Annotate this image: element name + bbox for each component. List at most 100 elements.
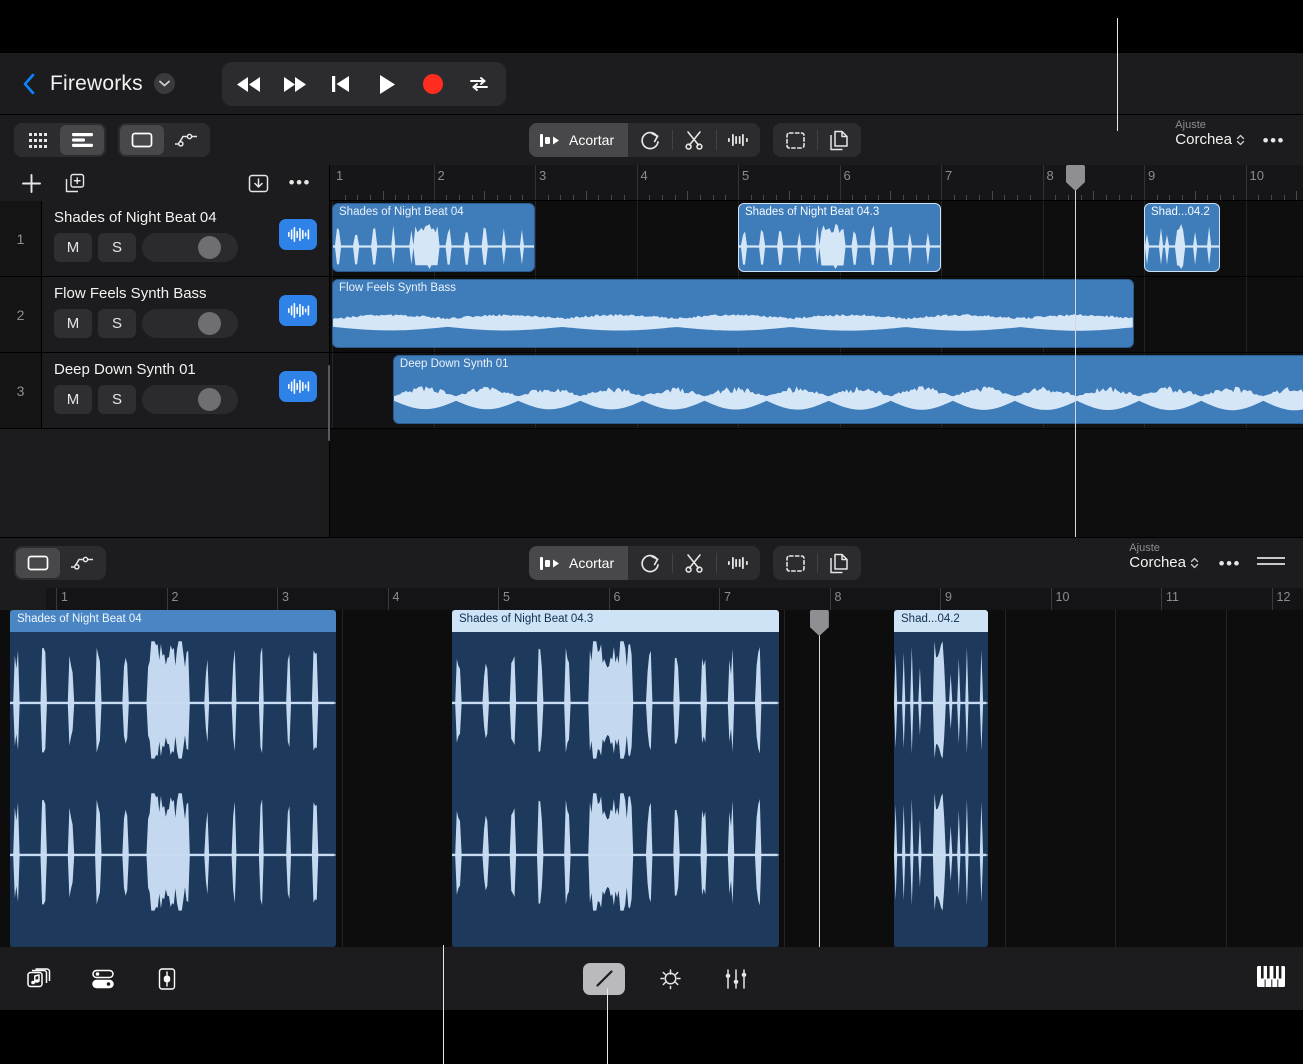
keyboard-button[interactable] [1257, 965, 1285, 992]
browser-view-button[interactable] [16, 125, 60, 155]
editor-region-title: Shades of Night Beat 04 [10, 610, 336, 632]
volume-slider[interactable] [142, 385, 238, 414]
controls-button[interactable] [82, 963, 124, 995]
scissors-tool-button[interactable] [672, 123, 716, 157]
toolbar-more-button[interactable]: ••• [1263, 131, 1285, 151]
import-button[interactable] [248, 174, 269, 193]
pencil-tool-button[interactable] [583, 962, 625, 995]
editor-scissors-tool-button[interactable] [672, 546, 716, 580]
editor-toolbar: Acortar Ajuste Corchea ••• [0, 538, 1303, 588]
editor-automation-mode-button[interactable] [60, 548, 104, 578]
snap-value[interactable]: Corchea [1175, 131, 1245, 148]
duplicate-track-button[interactable] [58, 173, 92, 193]
mute-button[interactable]: M [54, 385, 92, 414]
trim-tool-button[interactable]: Acortar [529, 123, 629, 157]
editor-fade-tool-button[interactable] [716, 546, 760, 580]
track-lanes: Shades of Night Beat 04 Shades of Night B… [330, 201, 1303, 537]
editor-ruler-bar-label: 2 [171, 590, 179, 604]
top-bar: Fireworks [0, 53, 1303, 161]
tracks-view-button[interactable] [60, 125, 104, 155]
arrangement-region[interactable]: Shad...04.2 [1144, 203, 1221, 272]
volume-slider[interactable] [142, 309, 238, 338]
cycle-button[interactable] [460, 65, 498, 103]
go-to-beginning-button[interactable] [322, 65, 360, 103]
track-header-more-button[interactable]: ••• [289, 173, 311, 193]
automation-mode-button[interactable] [164, 125, 208, 155]
editor-trim-tool-button[interactable]: Acortar [529, 546, 629, 580]
record-button[interactable] [414, 65, 452, 103]
track-waveform-icon[interactable] [279, 295, 317, 326]
flex-tool-button[interactable] [649, 963, 691, 995]
region-waveform [739, 222, 940, 271]
editor-snap-value-label: Corchea [1129, 554, 1186, 571]
editor-ruler-bar-label: 5 [503, 590, 510, 604]
mute-button[interactable]: M [54, 233, 92, 262]
track-row[interactable]: 3 Deep Down Synth 01 M S [0, 353, 329, 429]
mute-button[interactable]: M [54, 309, 92, 338]
region-waveform [1145, 222, 1220, 271]
fast-forward-button[interactable] [276, 65, 314, 103]
arrangement-region[interactable]: Flow Feels Synth Bass [332, 279, 1134, 348]
ruler-bar-label: 5 [742, 168, 750, 183]
editor-region-title: Shades of Night Beat 04.3 [452, 610, 780, 632]
editor-duplicate-tool-button[interactable] [817, 546, 861, 580]
fader-button[interactable] [146, 963, 188, 995]
region-title: Deep Down Synth 01 [399, 358, 509, 370]
solo-button[interactable]: S [98, 385, 136, 414]
arrangement-region[interactable]: Deep Down Synth 01 [392, 355, 1303, 424]
rewind-button[interactable] [230, 65, 268, 103]
arrangement-region[interactable]: Shades of Night Beat 04 [332, 203, 535, 272]
ruler-bar-label: 8 [1046, 168, 1054, 183]
ruler-bar-label: 6 [843, 168, 851, 183]
loop-tool-button[interactable] [628, 123, 672, 157]
plugins-button[interactable] [715, 963, 757, 995]
editor-resize-handle[interactable] [1257, 557, 1285, 569]
edit-tools-group: Acortar [529, 123, 761, 157]
solo-button[interactable]: S [98, 233, 136, 262]
duplicate-tool-button[interactable] [817, 123, 861, 157]
editor-region-title: Shad...04.2 [894, 610, 988, 632]
editor-region[interactable]: Shades of Night Beat 04.3 [452, 610, 780, 947]
editor-playhead[interactable] [809, 610, 829, 947]
ruler-bar-label: 1 [336, 168, 344, 183]
editor-region-waveform [10, 632, 336, 947]
editor-region-mode-button[interactable] [16, 548, 60, 578]
track-row[interactable]: 1 Shades of Night Beat 04 M S [0, 201, 329, 277]
track-number: 2 [0, 277, 42, 352]
track-row[interactable]: 2 Flow Feels Synth Bass M S [0, 277, 329, 353]
arrangement-region[interactable]: Shades of Night Beat 04.3 [738, 203, 941, 272]
marquee-tool-button[interactable] [773, 123, 817, 157]
region-mode-button[interactable] [120, 125, 164, 155]
editor-snap-value[interactable]: Corchea [1129, 554, 1199, 571]
editor-loop-tool-button[interactable] [628, 546, 672, 580]
guide-line-bottom-center [607, 988, 608, 1064]
fade-tool-button[interactable] [716, 123, 760, 157]
chevron-down-icon[interactable] [153, 73, 175, 94]
editor-canvas[interactable]: 100500-50-100100500-50-100 Shades of Nig… [0, 610, 1303, 947]
add-track-button[interactable] [14, 173, 48, 194]
timeline-ruler[interactable]: 1 2 3 4 5 6 7 8 9 10 [330, 165, 1303, 201]
editor-snap-control[interactable]: Ajuste Corchea [1129, 542, 1199, 571]
editor-region-waveform [452, 632, 780, 947]
solo-button[interactable]: S [98, 309, 136, 338]
back-button[interactable] [18, 69, 40, 99]
library-button[interactable] [18, 963, 60, 995]
tool-mode-switcher [118, 123, 210, 157]
snap-control[interactable]: Ajuste Corchea [1175, 119, 1245, 148]
arrangement-canvas[interactable]: 1 2 3 4 5 6 7 8 9 10 Shades of Night Beat 04 Shade… [330, 165, 1303, 537]
editor-marquee-tool-button[interactable] [773, 546, 817, 580]
editor-more-button[interactable]: ••• [1219, 554, 1241, 574]
editor-bottom-bar [0, 947, 1303, 1010]
editor-ruler[interactable]: 1 2 3 4 5 6 7 8 9 10 11 12 [46, 588, 1303, 610]
editor-region[interactable]: Shad...04.2 [894, 610, 988, 947]
region-title: Shad...04.2 [1151, 206, 1210, 218]
playhead[interactable] [1065, 165, 1085, 537]
editor-region[interactable]: Shades of Night Beat 04 [10, 610, 336, 947]
ruler-bar-label: 7 [945, 168, 953, 183]
editor-region-waveform [894, 632, 988, 947]
track-waveform-icon[interactable] [279, 219, 317, 250]
volume-slider[interactable] [142, 233, 238, 262]
track-waveform-icon[interactable] [279, 371, 317, 402]
editor-ruler-bar-label: 7 [724, 590, 731, 604]
play-button[interactable] [368, 65, 406, 103]
